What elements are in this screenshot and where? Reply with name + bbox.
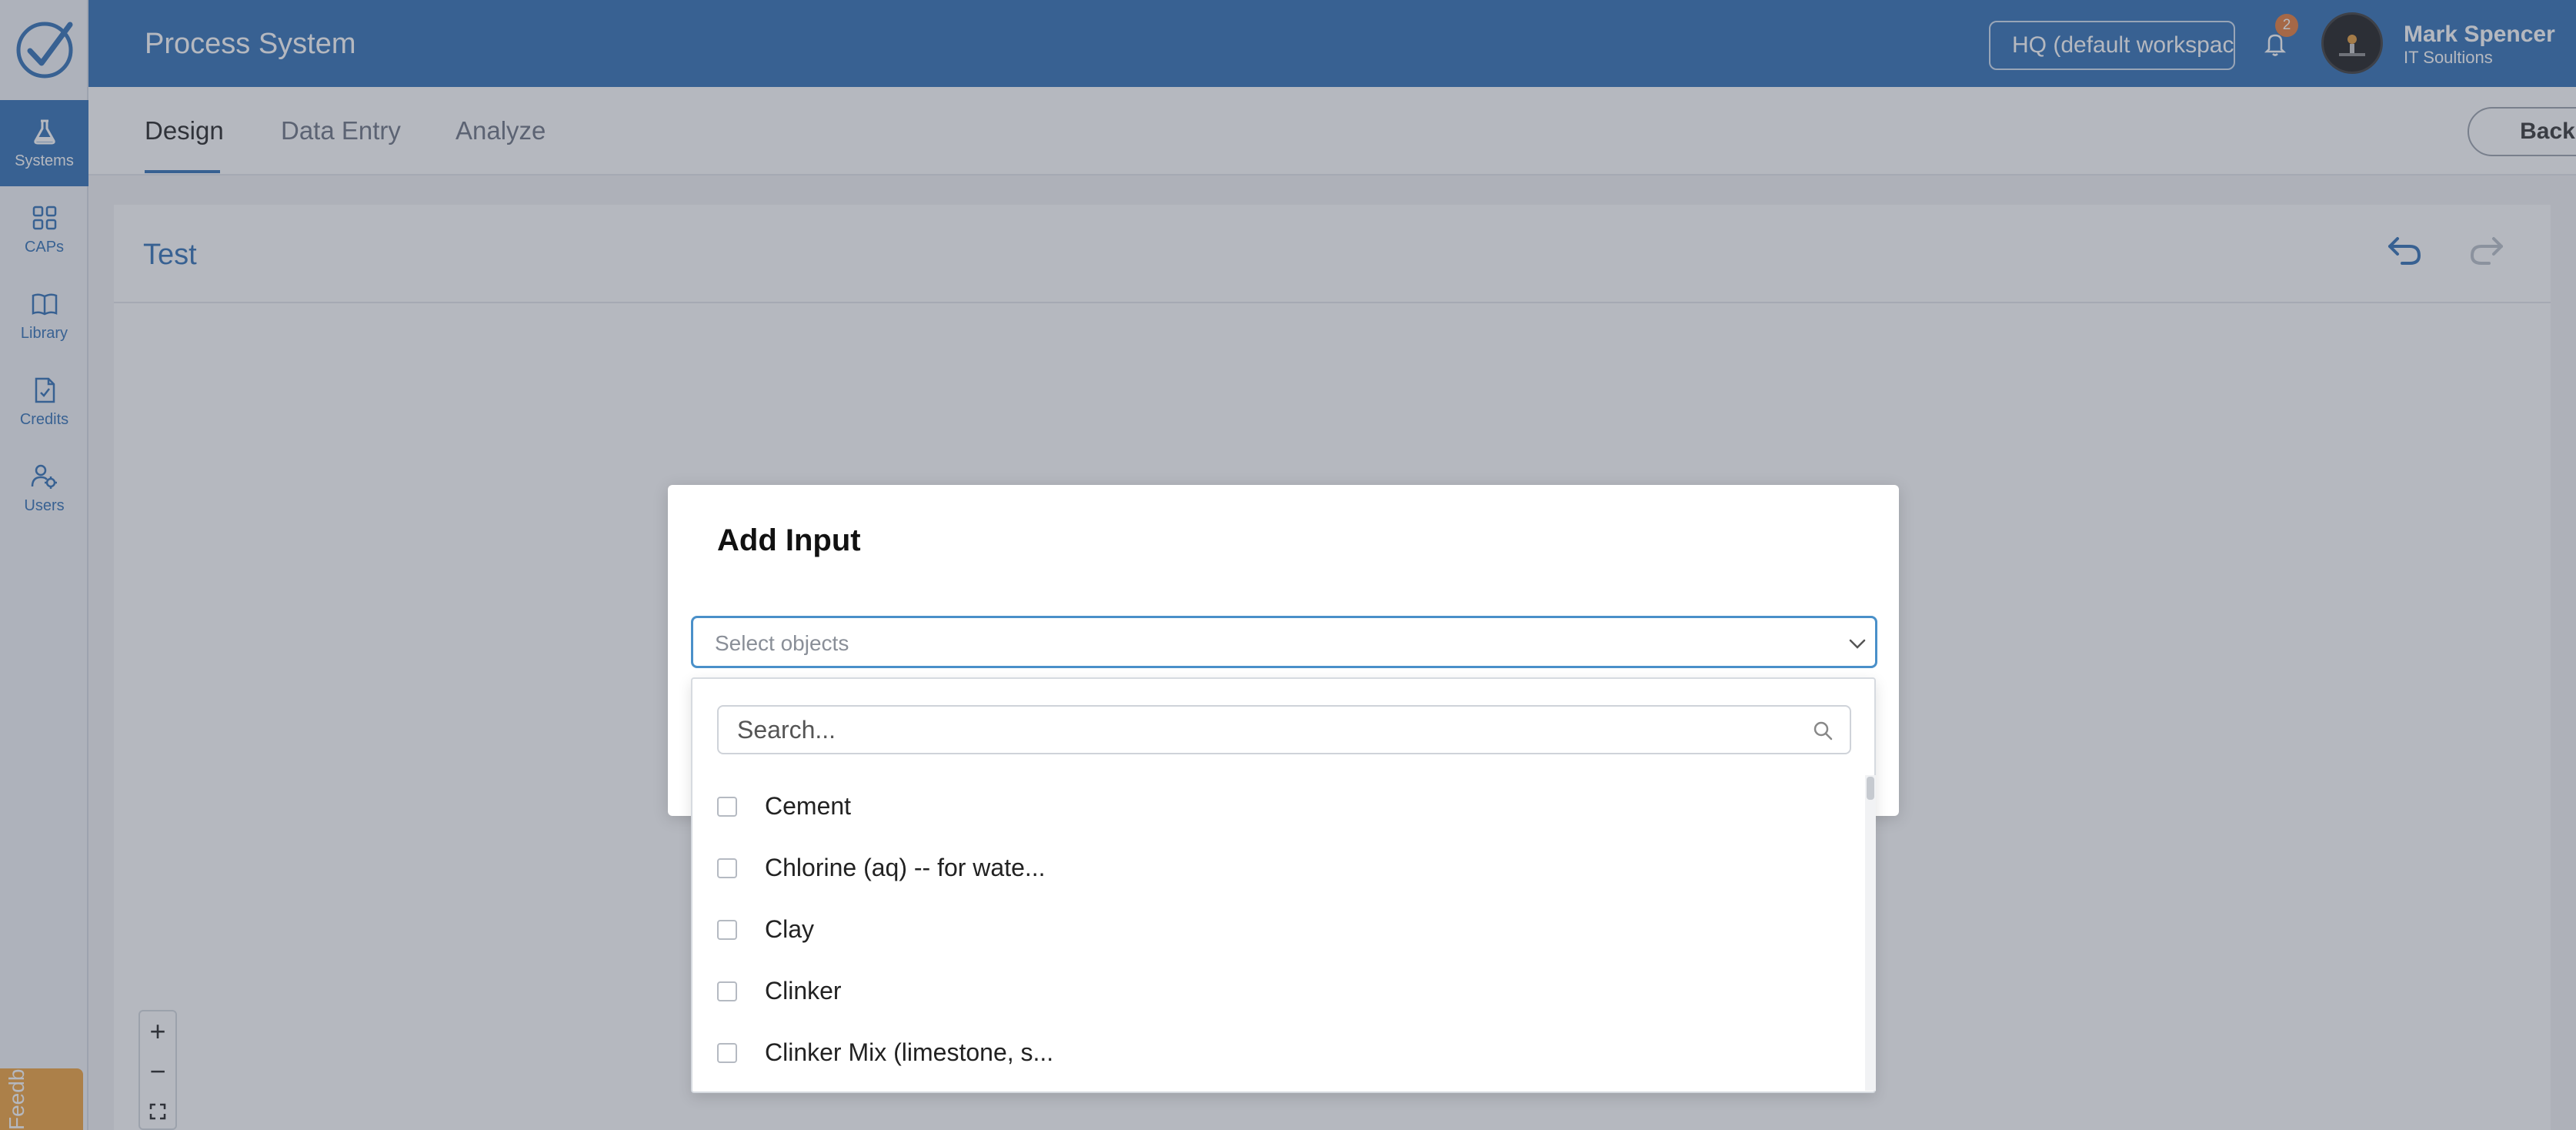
option-checkbox[interactable] [717, 1043, 737, 1063]
option-checkbox[interactable] [717, 858, 737, 878]
list-item[interactable]: Clinker [692, 960, 1865, 1021]
select-objects-dropdown[interactable]: Select objects [691, 616, 1877, 668]
list-item[interactable]: Clinker Mix (limestone, s... [692, 1021, 1865, 1083]
options-scrollbar[interactable] [1865, 775, 1876, 1091]
option-checkbox[interactable] [717, 797, 737, 817]
modal-title: Add Input [717, 523, 861, 557]
chevron-down-icon [1849, 639, 1866, 649]
select-placeholder: Select objects [715, 631, 849, 655]
option-label: Chlorine (aq) -- for wate... [765, 854, 1046, 881]
select-options-panel: Cement Chlorine (aq) -- for wate... Clay… [691, 677, 1876, 1093]
option-label: Clinker Mix (limestone, s... [765, 1038, 1054, 1066]
option-label: Cement [765, 792, 852, 820]
option-checkbox[interactable] [717, 920, 737, 940]
options-list: Cement Chlorine (aq) -- for wate... Clay… [692, 775, 1865, 1091]
list-item[interactable]: Cement [692, 775, 1865, 837]
search-icon [1814, 721, 1833, 741]
option-checkbox[interactable] [717, 981, 737, 1001]
scrollbar-thumb[interactable] [1867, 777, 1874, 800]
search-input[interactable] [737, 713, 1799, 747]
list-item[interactable]: Chlorine (aq) -- for wate... [692, 837, 1865, 898]
list-item[interactable]: Clay [692, 898, 1865, 960]
option-label: Clinker [765, 977, 842, 1005]
option-label: Clay [765, 915, 815, 943]
search-box[interactable] [717, 705, 1851, 754]
